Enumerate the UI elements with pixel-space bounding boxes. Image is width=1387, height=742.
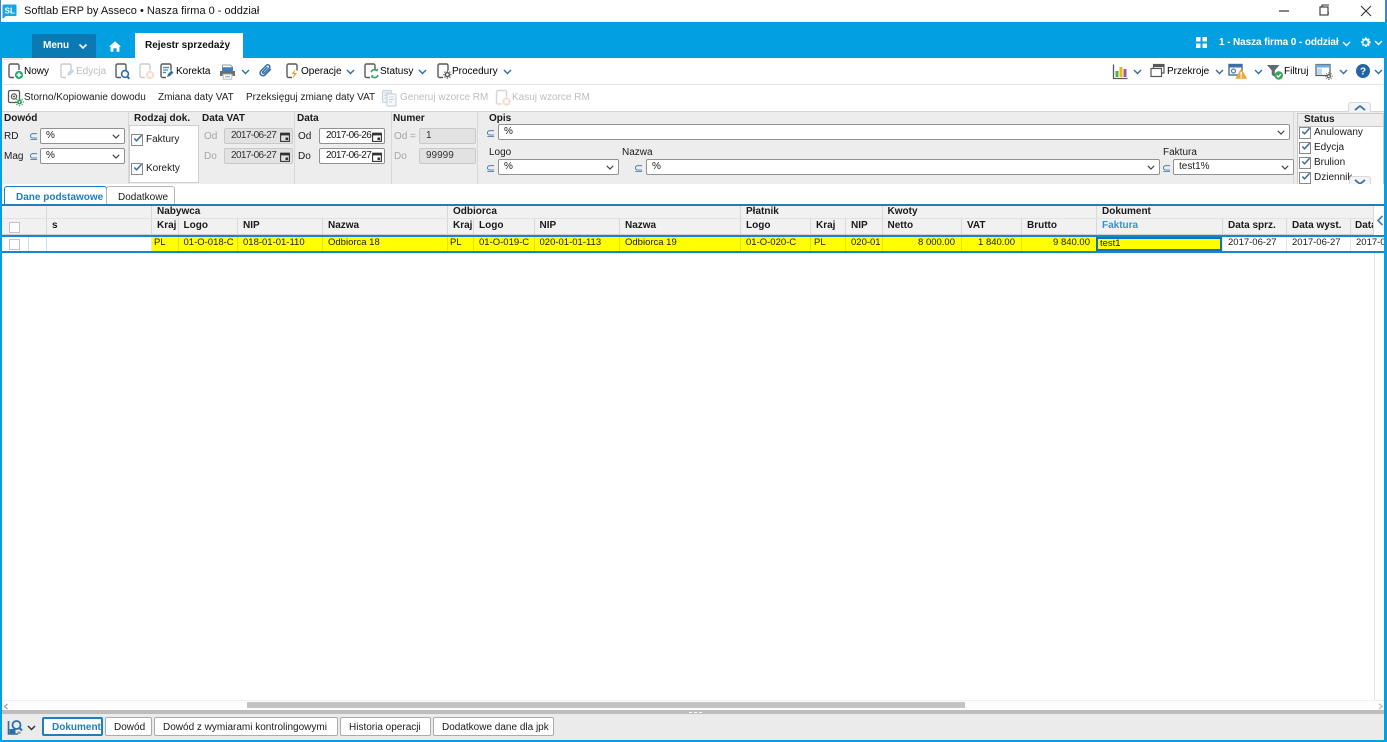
svg-text:SL: SL [5, 7, 15, 16]
svg-text:?: ? [1360, 67, 1366, 78]
